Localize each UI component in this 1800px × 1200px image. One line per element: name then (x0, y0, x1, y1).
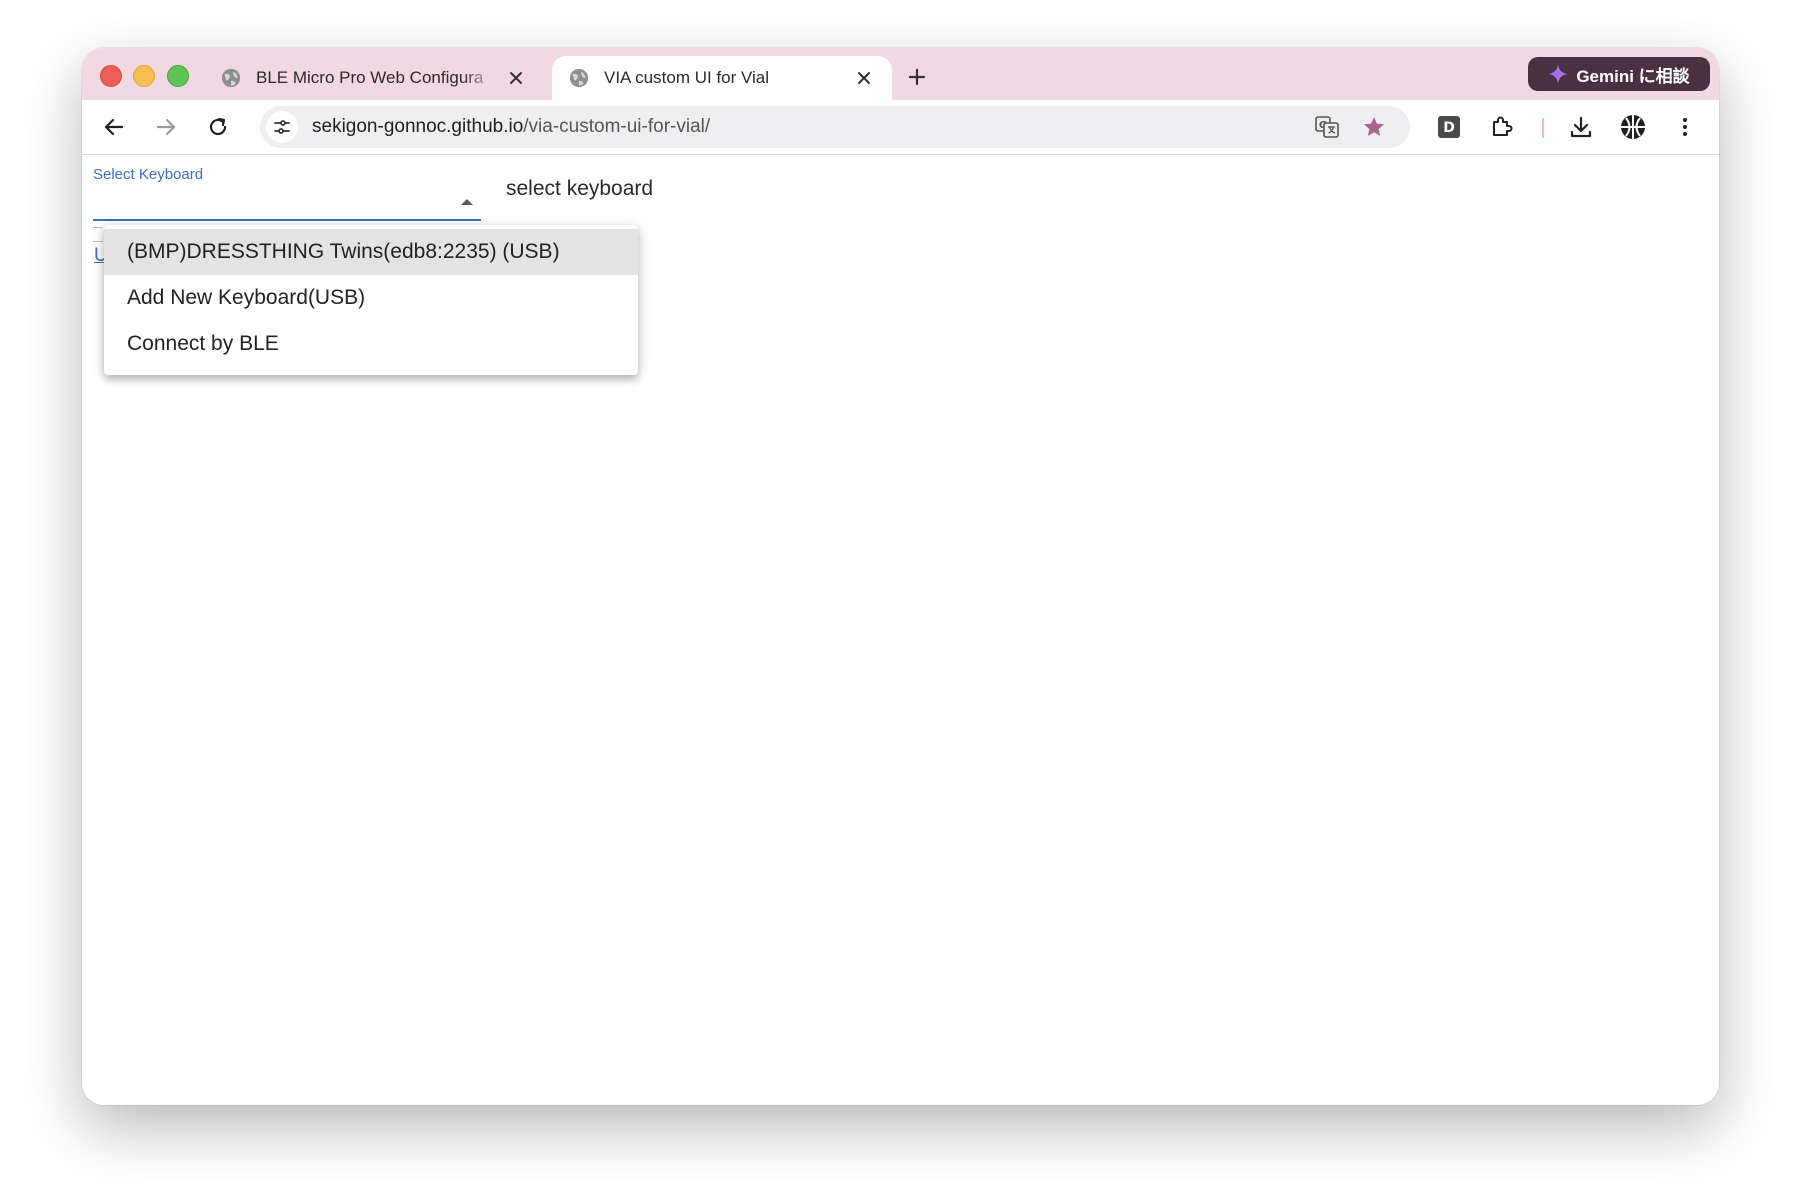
url-host: sekigon-gonnoc.github.io (312, 116, 524, 137)
svg-text:D: D (1443, 120, 1455, 136)
more-vertical-icon (1683, 118, 1687, 136)
globe-icon (221, 68, 241, 88)
underlay-divider (93, 241, 103, 242)
window-close-button[interactable] (100, 65, 122, 87)
globe-icon (569, 68, 589, 88)
tab-strip: BLE Micro Pro Web Configura VIA custom U… (82, 48, 1719, 100)
tab-title: BLE Micro Pro Web Configura (256, 68, 484, 87)
underlay-divider (93, 227, 103, 228)
downloads-button[interactable] (1566, 112, 1596, 142)
gemini-label: Gemini に相談 (1576, 66, 1690, 86)
address-bar[interactable]: sekigon-gonnoc.github.io/via-custom-ui-f… (260, 106, 1410, 148)
reload-icon (209, 117, 227, 136)
keyboard-options-menu: (BMP)DRESSTHING Twins(edb8:2235) (USB) A… (104, 225, 638, 375)
tune-icon (274, 120, 290, 134)
menu-item-label: Add New Keyboard(USB) (127, 286, 366, 309)
new-tab-button[interactable] (902, 62, 932, 92)
site-info-button[interactable] (266, 111, 298, 143)
tab-close-button[interactable] (852, 66, 876, 90)
url-path: /via-custom-ui-for-vial/ (523, 116, 711, 137)
extensions-button[interactable] (1487, 112, 1517, 142)
translate-icon: G (1315, 116, 1339, 138)
window-maximize-button[interactable] (167, 65, 189, 87)
profile-avatar-icon (1621, 115, 1645, 139)
gemini-sparkle-icon (1548, 64, 1569, 84)
arrow-right-icon (156, 118, 176, 136)
tab-title: VIA custom UI for Vial (604, 68, 770, 87)
browser-toolbar: sekigon-gonnoc.github.io/via-custom-ui-f… (82, 100, 1719, 155)
d-extension-icon: D (1438, 116, 1460, 138)
window-minimize-button[interactable] (133, 65, 155, 87)
menu-item-label: (BMP)DRESSTHING Twins(edb8:2235) (USB) (127, 240, 560, 263)
menu-item-connect-ble[interactable]: Connect by BLE (104, 321, 638, 367)
extension-d-button[interactable]: D (1434, 112, 1464, 142)
menu-item-label: Connect by BLE (127, 332, 279, 355)
tab-via-custom-ui[interactable]: VIA custom UI for Vial (552, 56, 892, 100)
tab-close-button[interactable] (504, 66, 528, 90)
arrow-left-icon (104, 118, 124, 136)
profile-button[interactable] (1618, 112, 1648, 142)
tab-ble-micro-pro[interactable]: BLE Micro Pro Web Configura (204, 56, 544, 100)
close-icon (510, 72, 522, 84)
browser-menu-button[interactable] (1670, 112, 1700, 142)
translate-button[interactable]: G (1312, 112, 1342, 142)
back-button[interactable] (99, 112, 129, 142)
page-content: Select Keyboard select keyboard U (BMP)D… (82, 155, 1719, 1105)
menu-item-bmp-dressthing-twins[interactable]: (BMP)DRESSTHING Twins(edb8:2235) (USB) (104, 229, 638, 275)
plus-icon (908, 68, 926, 86)
status-text: select keyboard (506, 177, 654, 200)
puzzle-piece-icon (1493, 116, 1513, 136)
menu-item-add-new-keyboard[interactable]: Add New Keyboard(USB) (104, 275, 638, 321)
bookmark-star-button[interactable] (1359, 112, 1389, 142)
select-keyboard-dropdown[interactable] (93, 185, 481, 221)
url-text[interactable]: sekigon-gonnoc.github.io/via-custom-ui-f… (312, 116, 710, 138)
browser-window: BLE Micro Pro Web Configura VIA custom U… (82, 48, 1719, 1105)
close-icon (858, 72, 870, 84)
gemini-button[interactable]: Gemini に相談 (1528, 57, 1710, 91)
star-icon (1364, 117, 1384, 136)
caret-up-icon[interactable] (461, 199, 473, 205)
toolbar-separator (1542, 118, 1544, 138)
reload-button[interactable] (203, 112, 233, 142)
forward-button[interactable] (151, 112, 181, 142)
download-icon (1570, 116, 1592, 138)
select-keyboard-label: Select Keyboard (93, 166, 204, 183)
